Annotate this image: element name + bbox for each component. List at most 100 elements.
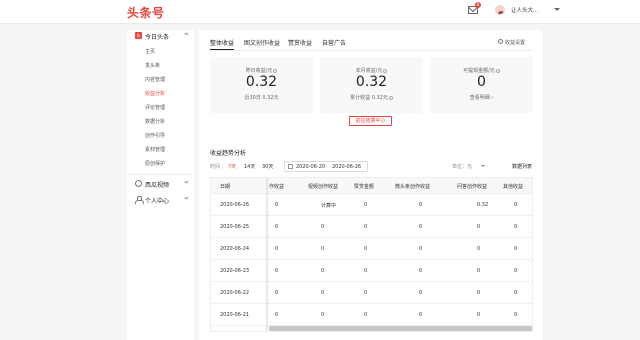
table-cell: 0 [419,268,423,274]
range-14-days[interactable]: 14天 [244,163,255,170]
sidebar-item-earnings[interactable]: 收益分析 [145,90,165,97]
table-cell: 0 [477,290,481,296]
tab-appreciation[interactable]: 赞赏收益 [288,38,312,47]
view-details-link[interactable]: 查看明细 › [430,94,533,101]
table-cell: 0 [364,290,368,296]
calendar-icon [288,164,293,169]
sidebar-item-assets[interactable]: 素材管理 [145,146,165,153]
table-cell: 0 [477,246,481,252]
caret-down-icon[interactable] [481,165,485,167]
table-cell: 0 [275,202,279,208]
tab-divider [210,50,533,51]
table-cell: 0 [321,246,325,252]
card-value: 0.32 [245,74,278,90]
tab-article[interactable]: 图文创作收益 [244,38,280,47]
card-label: 昨日收益/元 [210,67,313,74]
tab-self-ads[interactable]: 自营广告 [322,38,346,47]
table-cell: 0.32 [477,202,489,208]
avatar[interactable] [495,5,505,15]
table-cell: 0 [419,312,423,318]
card-value: 0.32 [355,74,388,90]
column-header: 作收益 [269,184,285,190]
tab-overall[interactable]: 整体收益 [210,38,234,47]
sidebar-item-publish[interactable]: 发头条 [145,62,160,69]
info-icon[interactable] [495,68,500,73]
table-cell: 0 [514,290,518,296]
unit-select[interactable]: 单位：元 [452,163,472,170]
user-name[interactable]: 让人头大... [511,6,538,14]
sidebar-group-label: 今日头条 [145,34,170,41]
card-value: 0 [477,74,486,90]
table-row: 2020-06-26 0 计算中 0 0 0.32 0 [211,194,532,216]
info-icon[interactable] [383,68,388,73]
person-icon [135,196,144,204]
info-icon[interactable] [273,68,278,73]
sidebar-group-toutiao[interactable]: 头 今日头条 [127,30,194,42]
table-cell: 0 [364,312,368,318]
sidebar-divider [127,174,194,175]
settlement-center-button[interactable]: 前往结算中心 [349,116,392,126]
range-30-days[interactable]: 30天 [262,163,273,170]
withdrawable-card: 可提现金额/元 0 查看明细 › [430,57,533,113]
card-subtext: 近30日 0.32元 [244,95,279,101]
xigua-icon [135,180,142,187]
table-cell: 0 [321,312,325,318]
table-cell: 2020-06-26 [220,202,250,208]
sidebar-group-label: 西瓜视频 [145,182,170,189]
time-label: 时间 [210,164,221,170]
table-cell: 0 [419,202,423,208]
chevron-up-icon [184,32,189,37]
sidebar-item-original[interactable]: 原创保护 [145,160,165,167]
sidebar-group-xigua[interactable]: 西瓜视频 [127,178,194,190]
date-start: 2020-06-20 [296,164,326,170]
table-cell: 0 [364,268,368,274]
earnings-settings-link[interactable]: 收益设置 [498,39,526,46]
table-row: 2020-06-22 0 0 0 0 0 0 [211,282,532,304]
table-cell: 0 [364,202,368,208]
data-list-link[interactable]: 数据列表 [512,163,532,170]
card-subtext: 累计收益 0.32元 [320,94,423,101]
settings-icon [498,39,503,44]
table-cell: 0 [514,224,518,230]
sidebar: 头 今日头条 主页 发头条 内容管理 收益分析 评论管理 数据分析 创作引导 素… [127,30,194,340]
chevron-down-icon [184,179,189,184]
table-header: 日期 作收益 视频创作收益 赞赏金额 微头条创作收益 问答创作收益 其他收益 [211,178,532,194]
table-cell: 2020-06-24 [220,246,250,252]
notification-badge: 8 [475,2,481,8]
horizontal-scrollbar[interactable] [269,326,532,331]
yesterday-earnings-card: 昨日收益/元 0.32 近30日 0.32元 [210,57,313,113]
sidebar-item-comments[interactable]: 评论管理 [145,104,165,111]
table-row: 2020-06-24 0 0 0 0 0 0 [211,238,532,260]
scrollbar-thumb[interactable] [269,326,532,331]
card-label: 本月收益/元 [320,67,423,74]
card-label: 可提现金额/元 [430,67,533,74]
table-row: 2020-06-21 0 0 0 0 0 0 [211,304,532,326]
table-cell: 0 [275,268,279,274]
sidebar-item-home[interactable]: 主页 [145,48,155,55]
date-range-picker[interactable]: 2020-06-20 - 2020-06-26 [284,161,368,172]
column-header: 微头条创作收益 [395,184,431,190]
table-cell: 计算中 [321,203,337,209]
fixed-column-shadow [266,178,269,331]
table-cell: 0 [477,312,481,318]
settings-label: 收益设置 [505,40,526,46]
sidebar-item-data[interactable]: 数据分析 [145,118,165,125]
info-icon[interactable] [388,95,393,100]
sidebar-group-personal[interactable]: 个人中心 [127,194,194,206]
range-7-days[interactable]: 7天 [228,163,236,170]
table-cell: 0 [514,312,518,318]
date-end: 2020-06-26 [332,164,362,170]
filter-row: 时间 | 7天 14天 30天 2020-06-20 - 2020-06-26 … [210,161,533,172]
logo[interactable]: 头条号 [127,4,165,21]
sidebar-item-guide[interactable]: 创作引导 [145,132,165,139]
table-cell: 0 [275,224,279,230]
sidebar-item-content[interactable]: 内容管理 [145,76,165,83]
section-title: 收益趋势分析 [210,150,247,157]
table-cell: 2020-06-21 [220,312,250,318]
table-cell: 0 [477,268,481,274]
date-separator: - [326,164,328,170]
table-cell: 0 [419,246,423,252]
chevron-down-icon [184,195,189,200]
chevron-down-icon[interactable] [554,8,560,11]
table-cell: 0 [514,246,518,252]
